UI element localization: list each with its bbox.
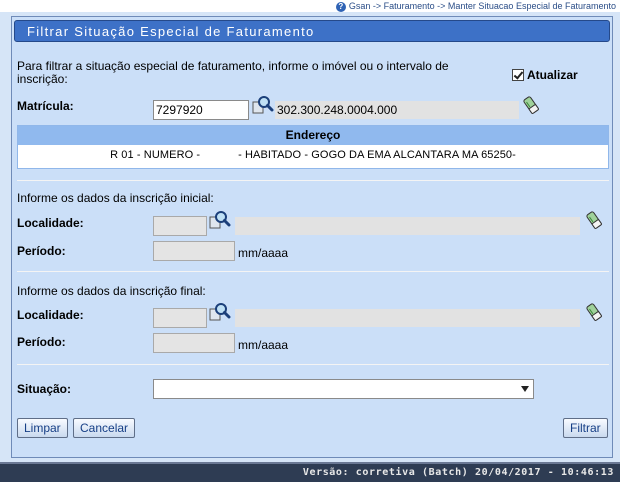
- filtrar-button[interactable]: Filtrar: [563, 418, 608, 438]
- atualizar-option[interactable]: Atualizar: [512, 68, 578, 82]
- matricula-search-icon[interactable]: [252, 95, 274, 115]
- inscricao-display: 302.300.248.0004.000: [275, 101, 519, 119]
- periodo-final-label: Período:: [17, 335, 66, 349]
- atualizar-label: Atualizar: [527, 68, 578, 82]
- intro-text: Para filtrar a situação especial de fatu…: [17, 59, 449, 86]
- localidade-inicial-search-icon[interactable]: [209, 210, 231, 230]
- separator-2: [17, 271, 609, 272]
- breadcrumb-text: Gsan -> Faturamento -> Manter Situacao E…: [348, 1, 616, 11]
- cancelar-button[interactable]: Cancelar: [73, 418, 136, 438]
- periodo-final-input[interactable]: [153, 333, 235, 353]
- situacao-select[interactable]: [153, 379, 534, 399]
- chevron-down-icon[interactable]: [521, 386, 529, 392]
- localidade-final-description: [235, 309, 580, 327]
- localidade-final-input[interactable]: [153, 308, 207, 328]
- periodo-inicial-input[interactable]: [153, 241, 235, 261]
- breadcrumb: ? Gsan -> Faturamento -> Manter Situacao …: [0, 0, 620, 12]
- address-row: R 01 - NUMERO - - HABITADO - GOGO DA EMA…: [110, 149, 516, 161]
- localidade-final-search-icon[interactable]: [209, 302, 231, 322]
- page-title: Filtrar Situação Especial de Faturamento: [14, 20, 610, 42]
- localidade-final-label: Localidade:: [17, 308, 84, 322]
- version-footer: Versão: corretiva (Batch) 20/04/2017 - 1…: [0, 462, 620, 482]
- localidade-inicial-eraser-icon[interactable]: [585, 210, 603, 230]
- matricula-input[interactable]: 7297920: [153, 100, 249, 120]
- matricula-label: Matrícula:: [17, 99, 74, 113]
- situacao-label: Situação:: [17, 382, 72, 396]
- separator-3: [17, 364, 609, 365]
- atualizar-checkbox[interactable]: [512, 69, 524, 81]
- filter-panel: Filtrar Situação Especial de Faturamento…: [11, 16, 613, 458]
- final-heading: Informe os dados da inscrição final:: [17, 284, 206, 298]
- inicial-heading: Informe os dados da inscrição inicial:: [17, 191, 214, 205]
- localidade-inicial-description: [235, 217, 580, 235]
- limpar-button[interactable]: Limpar: [17, 418, 68, 438]
- address-table: Endereço R 01 - NUMERO - - HABITADO - GO…: [17, 125, 609, 169]
- localidade-final-eraser-icon[interactable]: [585, 302, 603, 322]
- periodo-inicial-hint: mm/aaaa: [238, 246, 289, 260]
- localidade-inicial-input[interactable]: [153, 216, 207, 236]
- matricula-eraser-icon[interactable]: [522, 95, 540, 115]
- help-icon[interactable]: ?: [335, 1, 346, 12]
- separator-1: [17, 180, 609, 181]
- periodo-inicial-label: Período:: [17, 244, 66, 258]
- periodo-final-hint: mm/aaaa: [238, 338, 289, 352]
- localidade-inicial-label: Localidade:: [17, 216, 84, 230]
- address-table-header: Endereço: [18, 126, 608, 145]
